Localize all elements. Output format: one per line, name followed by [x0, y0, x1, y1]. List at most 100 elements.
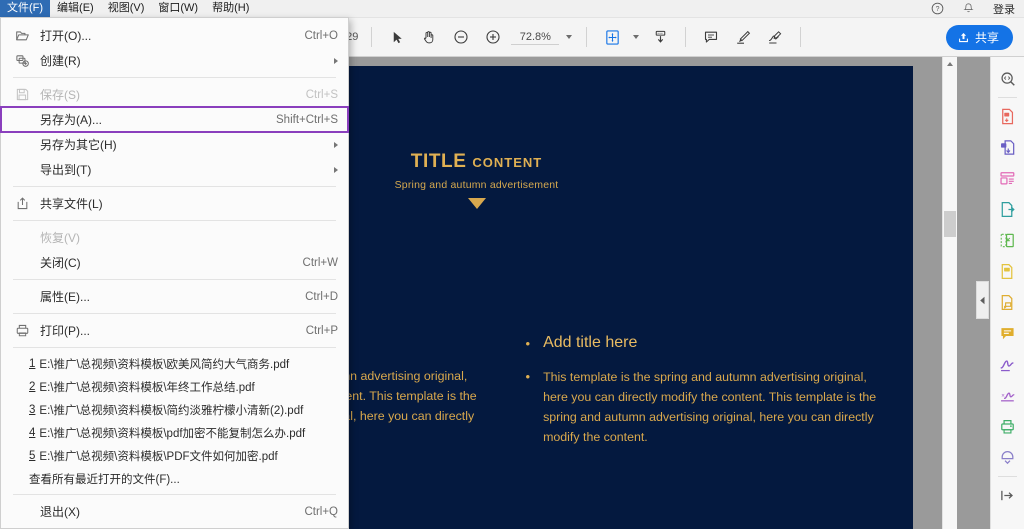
scrollbar-thumb[interactable]: [944, 211, 956, 237]
slide-column-right: • Add title here • This template is the …: [514, 334, 914, 447]
menu-item-label: 打开(O)...: [40, 29, 92, 43]
menu-item-print[interactable]: 打印(P)... Ctrl+P: [1, 318, 348, 343]
crop-pages-icon[interactable]: [991, 225, 1024, 256]
pdf-reader-window: 文件(F) 编辑(E) 视图(V) 窗口(W) 帮助(H) ? 登录 / 29: [0, 0, 1024, 529]
menubar-item-view[interactable]: 视图(V): [101, 0, 152, 17]
hand-icon[interactable]: [416, 24, 442, 50]
highlight-pen-icon[interactable]: [730, 24, 756, 50]
menu-item-label: 另存为(A)...: [40, 113, 102, 127]
recent-file-number: 4: [29, 426, 36, 439]
recent-file-item[interactable]: 3 E:\推广\总视频\资料模板\简约淡雅柠檬小清新(2).pdf: [1, 398, 348, 421]
bullet-icon: •: [525, 369, 531, 384]
certificate-icon[interactable]: ×: [991, 380, 1024, 411]
menu-item-close[interactable]: 关闭(C) Ctrl+W: [1, 250, 348, 275]
menu-item-save-as[interactable]: 另存为(A)... Shift+Ctrl+S: [0, 106, 349, 133]
recent-file-path: E:\推广\总视频\资料模板\pdf加密不能复制怎么办.pdf: [39, 427, 306, 440]
chevron-up-icon[interactable]: [943, 57, 957, 71]
sign-in-button[interactable]: 登录: [984, 0, 1024, 17]
recent-file-path: E:\推广\总视频\资料模板\PDF文件如何加密.pdf: [39, 450, 278, 463]
menu-item-shortcut: Ctrl+P: [305, 324, 338, 337]
menu-item-exit[interactable]: 退出(X) Ctrl+Q: [1, 499, 348, 524]
printer-icon: [15, 323, 40, 338]
menu-item-export-to[interactable]: 导出到(T): [1, 157, 348, 182]
folder-open-icon: [15, 28, 40, 43]
fill-sign-icon[interactable]: [991, 256, 1024, 287]
recent-file-item[interactable]: 4 E:\推广\总视频\资料模板\pdf加密不能复制怎么办.pdf: [1, 421, 348, 444]
menu-bar: 文件(F) 编辑(E) 视图(V) 窗口(W) 帮助(H): [0, 0, 1024, 18]
print-production-icon[interactable]: [991, 411, 1024, 442]
recent-file-item[interactable]: 5 E:\推广\总视频\资料模板\PDF文件如何加密.pdf: [1, 444, 348, 467]
triangle-decoration-icon: [467, 198, 486, 209]
recent-file-item[interactable]: 2 E:\推广\总视频\资料模板\年终工作总结.pdf: [1, 375, 348, 398]
menu-item-label: 创建(R): [40, 54, 81, 68]
edit-pdf-icon[interactable]: [991, 194, 1024, 225]
slide-title-main: TITLE: [410, 151, 467, 172]
menu-item-shortcut: Ctrl+S: [305, 88, 338, 101]
menu-item-label: 关闭(C): [40, 256, 81, 270]
signature-icon[interactable]: [762, 24, 788, 50]
recent-file-number: 3: [29, 403, 36, 416]
comment-icon[interactable]: [991, 318, 1024, 349]
recent-file-path: E:\推广\总视频\资料模板\年终工作总结.pdf: [39, 381, 255, 394]
menu-item-save-as-other[interactable]: 另存为其它(H): [1, 132, 348, 157]
menu-item-save: 保存(S) Ctrl+S: [1, 82, 348, 107]
toolbar-divider: [800, 27, 802, 47]
submenu-arrow-icon: [334, 141, 338, 148]
rail-divider: [998, 476, 1017, 477]
recent-file-path: E:\推广\总视频\资料模板\简约淡雅柠檬小清新(2).pdf: [39, 404, 304, 417]
menubar-item-file[interactable]: 文件(F): [0, 0, 51, 17]
menu-divider: [13, 313, 336, 314]
collapse-panel-button[interactable]: [976, 281, 989, 319]
chevron-left-icon: [980, 296, 985, 304]
fit-page-caret-icon[interactable]: [633, 35, 640, 39]
zoom-out-icon[interactable]: [448, 24, 474, 50]
fit-page-icon[interactable]: [599, 24, 625, 50]
menu-item-label: 属性(E)...: [40, 290, 90, 304]
bell-icon[interactable]: [953, 0, 984, 17]
slide-right-heading: • Add title here: [525, 334, 638, 351]
collapse-panel-icon[interactable]: [991, 480, 1024, 511]
submenu-arrow-icon: [334, 57, 338, 64]
menubar-item-edit[interactable]: 编辑(E): [50, 0, 101, 17]
more-tools-icon[interactable]: [991, 442, 1024, 473]
menubar-item-window[interactable]: 窗口(W): [151, 0, 205, 17]
svg-text:?: ?: [936, 6, 940, 13]
share-button[interactable]: 共享: [945, 24, 1013, 50]
organize-pages-icon[interactable]: [991, 163, 1024, 194]
menu-item-share-file[interactable]: 共享文件(L): [1, 191, 348, 216]
zoom-dropdown-caret-icon[interactable]: [566, 35, 573, 39]
scroll-mode-icon[interactable]: [647, 24, 673, 50]
toolbar-divider: [586, 27, 588, 47]
vertical-scrollbar[interactable]: [942, 57, 957, 529]
help-circle-icon[interactable]: ?: [922, 0, 953, 17]
menu-item-revert: 恢复(V): [1, 225, 348, 250]
zoom-level-value[interactable]: 72.8%: [511, 29, 560, 45]
menubar-item-help[interactable]: 帮助(H): [205, 0, 256, 17]
scrollbar-track[interactable]: [943, 71, 957, 529]
menu-item-properties[interactable]: 属性(E)... Ctrl+D: [1, 284, 348, 309]
account-strip: ? 登录: [922, 0, 1024, 17]
menu-item-view-all-recent[interactable]: 查看所有最近打开的文件(F)...: [1, 467, 348, 490]
sign-pen-icon[interactable]: [991, 349, 1024, 380]
share-upload-icon: [15, 196, 40, 211]
recent-file-item[interactable]: 1 E:\推广\总视频\资料模板\欧美风简约大气商务.pdf: [1, 352, 348, 375]
bullet-icon: •: [525, 336, 531, 351]
menu-item-shortcut: Ctrl+D: [305, 290, 338, 303]
menu-divider: [13, 77, 336, 78]
comment-icon[interactable]: [698, 24, 724, 50]
cursor-arrow-icon[interactable]: [384, 24, 410, 50]
export-pdf-icon[interactable]: [991, 101, 1024, 132]
toolbar-divider: [371, 27, 373, 47]
combine-files-icon[interactable]: [991, 132, 1024, 163]
zoom-in-icon[interactable]: [480, 24, 506, 50]
menu-item-label: 共享文件(L): [40, 197, 103, 211]
protect-icon[interactable]: [991, 287, 1024, 318]
menu-item-label: 恢复(V): [40, 231, 80, 245]
file-dropdown-menu[interactable]: 打开(O)... Ctrl+O 创建(R) 保存(S) Ctrl+S 另存为(A…: [0, 17, 349, 529]
menu-item-open[interactable]: 打开(O)... Ctrl+O: [1, 23, 348, 48]
recent-file-path: E:\推广\总视频\资料模板\欧美风简约大气商务.pdf: [39, 358, 290, 371]
slide-right-body: • This template is the spring and autumn…: [525, 369, 877, 445]
menu-item-create[interactable]: 创建(R): [1, 48, 348, 73]
search-document-icon[interactable]: [991, 63, 1024, 94]
menu-item-shortcut: Ctrl+Q: [304, 505, 338, 518]
